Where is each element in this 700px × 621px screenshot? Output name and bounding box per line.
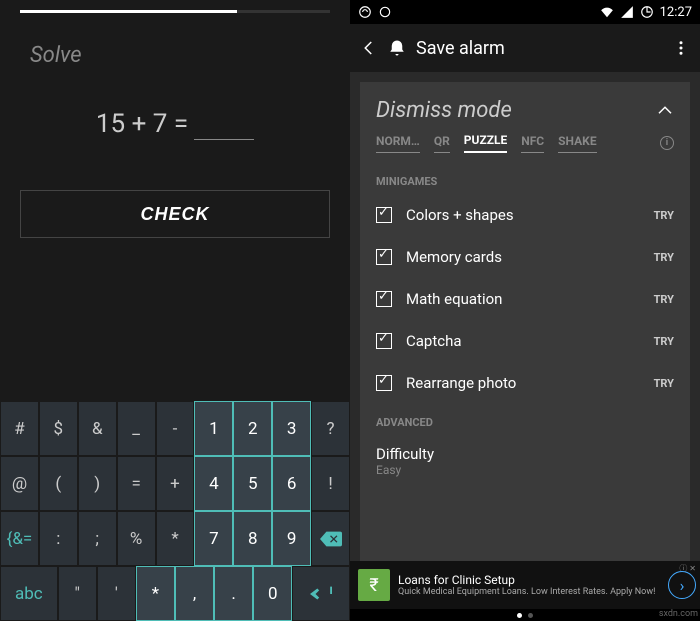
- minigame-row[interactable]: Captcha TRY: [360, 320, 690, 362]
- status-bar: 12:27: [350, 0, 700, 24]
- chevron-up-icon: [656, 102, 674, 120]
- key-rparen[interactable]: ): [78, 456, 117, 511]
- watermark: sxdn.com: [659, 609, 698, 619]
- try-button[interactable]: TRY: [654, 293, 674, 306]
- ad-banner[interactable]: ₹ Loans for Clinic Setup Quick Medical E…: [350, 561, 700, 609]
- key-star[interactable]: *: [156, 511, 195, 566]
- tab-qr[interactable]: QR: [434, 134, 450, 153]
- key-6[interactable]: 6: [272, 456, 311, 511]
- navbar: Save alarm: [350, 24, 700, 72]
- signal-icon: [620, 5, 634, 19]
- key-8[interactable]: 8: [233, 511, 272, 566]
- try-button[interactable]: TRY: [654, 377, 674, 390]
- solve-heading: Solve: [0, 13, 350, 88]
- tab-normal[interactable]: NORM…: [376, 134, 420, 153]
- minigame-label: Colors + shapes: [406, 206, 654, 224]
- minigame-row[interactable]: Rearrange photo TRY: [360, 362, 690, 404]
- key-lparen[interactable]: (: [39, 456, 78, 511]
- key-minus[interactable]: -: [156, 401, 195, 456]
- key-question[interactable]: ?: [311, 401, 350, 456]
- minigame-label: Captcha: [406, 332, 654, 350]
- minigame-row[interactable]: Colors + shapes TRY: [360, 194, 690, 236]
- card-header[interactable]: Dismiss mode: [360, 82, 690, 133]
- enter-icon[interactable]: [292, 566, 350, 621]
- pager: [350, 609, 700, 621]
- key-dquote[interactable]: ": [58, 566, 97, 621]
- minigame-label: Math equation: [406, 290, 654, 308]
- ad-arrow-icon[interactable]: ›: [668, 571, 696, 599]
- info-icon[interactable]: i: [660, 136, 674, 150]
- minigames-label: MINIGAMES: [360, 163, 690, 194]
- difficulty-value: Easy: [376, 463, 674, 477]
- key-5[interactable]: 5: [233, 456, 272, 511]
- checkbox-icon[interactable]: [376, 207, 392, 223]
- alarm-icon: [388, 39, 406, 57]
- minigame-row[interactable]: Memory cards TRY: [360, 236, 690, 278]
- key-comma[interactable]: ,: [175, 566, 214, 621]
- backspace-icon[interactable]: [311, 511, 350, 566]
- card-title: Dismiss mode: [376, 98, 656, 123]
- check-button[interactable]: CHECK: [20, 190, 330, 238]
- checkbox-icon[interactable]: [376, 333, 392, 349]
- answer-input[interactable]: [194, 108, 254, 140]
- key-hash[interactable]: #: [0, 401, 39, 456]
- key-4[interactable]: 4: [194, 456, 233, 511]
- key-semicolon[interactable]: ;: [78, 511, 117, 566]
- overflow-icon[interactable]: [672, 39, 690, 57]
- dismiss-mode-card: Dismiss mode NORM… QR PUZZLE NFC SHAKE i…: [360, 82, 690, 561]
- math-equation: 15 + 7 =: [0, 88, 350, 190]
- battery-icon: [640, 5, 654, 19]
- minigame-label: Memory cards: [406, 248, 654, 266]
- clock-time: 12:27: [660, 5, 692, 20]
- minigame-row[interactable]: Math equation TRY: [360, 278, 690, 320]
- key-underscore[interactable]: _: [117, 401, 156, 456]
- advanced-label: ADVANCED: [360, 404, 690, 435]
- key-equals[interactable]: =: [117, 456, 156, 511]
- key-dollar[interactable]: $: [39, 401, 78, 456]
- key-2[interactable]: 2: [233, 401, 272, 456]
- key-1[interactable]: 1: [194, 401, 233, 456]
- key-9[interactable]: 9: [272, 511, 311, 566]
- key-abc[interactable]: abc: [0, 566, 58, 621]
- difficulty-row[interactable]: Difficulty Easy: [360, 435, 690, 487]
- checkbox-icon[interactable]: [376, 249, 392, 265]
- key-plus[interactable]: +: [156, 456, 195, 511]
- key-period[interactable]: .: [214, 566, 253, 621]
- ad-subtitle: Quick Medical Equipment Loans. Low Inter…: [398, 587, 655, 597]
- key-excl[interactable]: !: [311, 456, 350, 511]
- tab-nfc[interactable]: NFC: [521, 134, 544, 153]
- key-colon[interactable]: :: [39, 511, 78, 566]
- key-squote[interactable]: ': [97, 566, 136, 621]
- keyboard: # $ & _ - 1 2 3 ? @ ( ) = + 4 5 6 ! {&= …: [0, 401, 350, 621]
- key-7[interactable]: 7: [194, 511, 233, 566]
- key-star2[interactable]: *: [136, 566, 175, 621]
- key-symbols[interactable]: {&=: [0, 511, 39, 566]
- try-button[interactable]: TRY: [654, 335, 674, 348]
- try-button[interactable]: TRY: [654, 209, 674, 222]
- navbar-title: Save alarm: [416, 38, 662, 59]
- ad-icon: ₹: [358, 569, 390, 601]
- difficulty-label: Difficulty: [376, 445, 674, 463]
- circle-icon: [378, 5, 392, 19]
- tab-puzzle[interactable]: PUZZLE: [464, 133, 507, 153]
- checkbox-icon[interactable]: [376, 291, 392, 307]
- minigame-label: Rearrange photo: [406, 374, 654, 392]
- pager-dot: [528, 613, 533, 618]
- key-percent[interactable]: %: [117, 511, 156, 566]
- checkbox-icon[interactable]: [376, 375, 392, 391]
- tab-shake[interactable]: SHAKE: [558, 134, 596, 153]
- tabs: NORM… QR PUZZLE NFC SHAKE i: [360, 133, 690, 163]
- pager-dot: [517, 613, 522, 618]
- cast-icon: [358, 5, 372, 19]
- key-at[interactable]: @: [0, 456, 39, 511]
- try-button[interactable]: TRY: [654, 251, 674, 264]
- key-amp[interactable]: &: [78, 401, 117, 456]
- back-icon[interactable]: [360, 39, 378, 57]
- key-0[interactable]: 0: [253, 566, 292, 621]
- equation-text: 15 + 7 =: [96, 109, 188, 139]
- ad-title: Loans for Clinic Setup: [398, 573, 655, 587]
- wifi-icon: [600, 5, 614, 19]
- key-3[interactable]: 3: [272, 401, 311, 456]
